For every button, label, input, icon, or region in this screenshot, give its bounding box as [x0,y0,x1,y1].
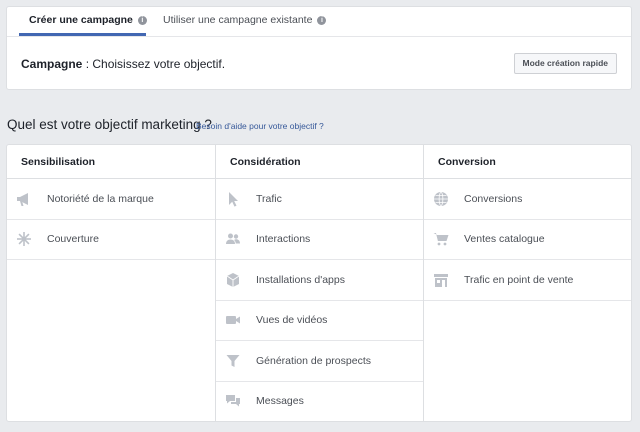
objective-store-traffic[interactable]: Trafic en point de vente [424,260,631,301]
campaign-objective-line: Campagne : Choisissez votre objectif. [21,57,225,71]
campaign-header-card: Créer une campagne i Utiliser une campagn… [6,6,632,90]
objective-lead-generation[interactable]: Génération de prospects [216,341,423,382]
objective-brand-awareness[interactable]: Notoriété de la marque [7,179,215,220]
objective-engagement[interactable]: Interactions [216,220,423,260]
globe-icon [432,190,450,208]
objective-conversions[interactable]: Conversions [424,179,631,220]
objective-label: Génération de prospects [256,354,371,367]
objective-label: Interactions [256,233,311,246]
objective-label: Vues de vidéos [256,314,328,327]
objective-label: Trafic [256,192,282,205]
objective-label: Messages [256,395,304,408]
objective-reach[interactable]: Couverture [7,220,215,260]
column-header: Considération [216,145,423,179]
funnel-icon [224,352,242,370]
objective-label: Conversions [464,192,523,205]
column-header: Sensibilisation [7,145,215,179]
active-tab-indicator [19,33,146,36]
objective-label: Ventes catalogue [464,233,545,246]
campaign-label: Campagne [21,57,83,71]
cursor-icon [224,190,242,208]
campaign-prompt: : Choisissez votre objectif. [82,57,226,71]
objective-label: Couverture [47,233,99,246]
objective-messages[interactable]: Messages [216,382,423,422]
objective-column-awareness: Sensibilisation Notoriété de la marque C… [7,145,215,421]
megaphone-icon [15,190,33,208]
objective-column-conversion: Conversion Conversions Ventes catalogue … [423,145,631,421]
snowflake-icon [15,230,33,248]
objective-label: Trafic en point de vente [464,273,574,286]
video-camera-icon [224,311,242,329]
objective-traffic[interactable]: Trafic [216,179,423,220]
info-icon[interactable]: i [317,16,327,25]
cube-icon [224,271,242,289]
objective-app-installs[interactable]: Installations d'apps [216,260,423,301]
tab-label: Créer une campagne [29,14,133,26]
objective-video-views[interactable]: Vues de vidéos [216,301,423,341]
objective-label: Notoriété de la marque [47,192,154,205]
page-title: Quel est votre objectif marketing ? [7,117,212,132]
storefront-icon [432,271,450,289]
shopping-cart-icon [432,230,450,248]
column-header: Conversion [424,145,631,179]
objective-label: Installations d'apps [256,273,345,286]
objectives-grid: Sensibilisation Notoriété de la marque C… [6,144,632,422]
objective-column-consideration: Considération Trafic Interactions Instal… [215,145,423,421]
chat-bubbles-icon [224,392,242,410]
objective-catalog-sales[interactable]: Ventes catalogue [424,220,631,260]
tab-use-existing-campaign[interactable]: Utiliser une campagne existante i [163,7,327,37]
people-icon [224,230,242,248]
quick-creation-mode-button[interactable]: Mode création rapide [513,53,617,74]
tab-label: Utiliser une campagne existante [163,14,313,26]
campaign-tabs: Créer une campagne i Utiliser une campagn… [7,7,631,37]
info-icon[interactable]: i [137,16,147,25]
objective-help-link[interactable]: Besoin d'aide pour votre objectif ? [196,121,324,131]
